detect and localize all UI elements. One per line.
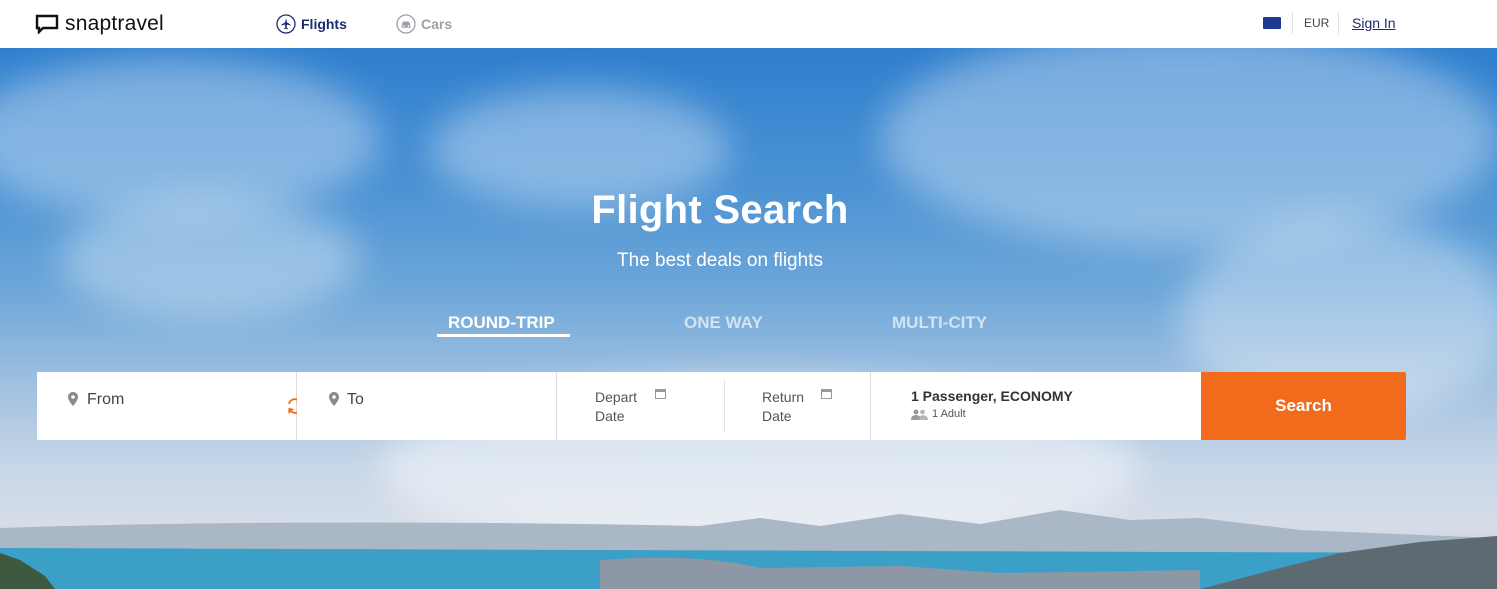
page-subtitle: The best deals on flights xyxy=(617,250,823,271)
search-button[interactable]: Search xyxy=(1201,372,1406,440)
passengers-field[interactable]: 1 Passenger, ECONOMY 1 Adult xyxy=(871,372,1201,440)
return-date-label: Return Date xyxy=(762,389,805,424)
passengers-detail-text: 1 Adult xyxy=(932,408,966,420)
from-field[interactable]: From xyxy=(37,372,302,440)
location-pin-icon xyxy=(329,392,339,406)
tab-one-way[interactable]: ONE WAY xyxy=(684,313,763,333)
nav-flights[interactable]: Flights xyxy=(276,14,347,34)
page-title: Flight Search xyxy=(591,188,849,232)
passengers-detail: 1 Adult xyxy=(911,408,966,420)
logo-text: snaptravel xyxy=(65,12,164,35)
nav-divider xyxy=(1292,12,1293,34)
logo[interactable]: snaptravel xyxy=(35,12,164,36)
logo-mark-icon xyxy=(35,14,59,34)
depart-date-label: Depart Date xyxy=(595,389,638,424)
nav-cars[interactable]: Cars xyxy=(396,14,452,34)
to-placeholder: To xyxy=(347,391,364,408)
tab-round-trip[interactable]: ROUND-TRIP xyxy=(448,313,555,333)
to-field[interactable]: To xyxy=(297,372,557,440)
nav-divider xyxy=(1338,12,1339,34)
active-tab-indicator xyxy=(437,334,570,337)
dates-field: Depart Date Return Date xyxy=(557,372,871,440)
currency-selector[interactable]: EUR xyxy=(1304,16,1329,30)
passengers-summary: 1 Passenger, ECONOMY xyxy=(911,388,1073,404)
location-pin-icon xyxy=(68,392,78,406)
airplane-icon xyxy=(276,14,296,34)
nav-flights-label: Flights xyxy=(301,16,347,32)
hero-banner: Flight Search The best deals on flights … xyxy=(0,48,1497,589)
flight-search-form: From To Depart Date Return Date 1 Passen… xyxy=(37,372,1406,440)
tab-multi-city[interactable]: MULTI-CITY xyxy=(892,313,987,333)
depart-date-field[interactable]: Depart Date xyxy=(557,372,724,440)
users-icon xyxy=(911,409,928,420)
from-placeholder: From xyxy=(87,391,125,408)
top-navigation: snaptravel Flights Cars EUR Sign In xyxy=(0,0,1497,48)
return-date-field[interactable]: Return Date xyxy=(725,372,871,440)
car-icon xyxy=(396,14,416,34)
sign-in-link[interactable]: Sign In xyxy=(1352,15,1396,31)
nav-cars-label: Cars xyxy=(421,16,453,32)
calendar-icon xyxy=(655,389,666,399)
flag-icon[interactable] xyxy=(1263,17,1281,29)
calendar-icon xyxy=(821,389,832,399)
